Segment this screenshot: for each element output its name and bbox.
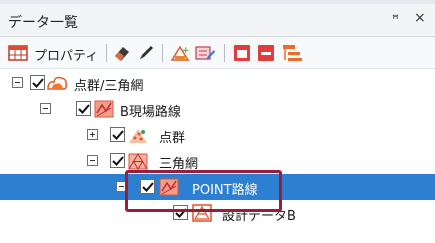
tree-row-point-cloud-mesh[interactable]: 点群/三角網 bbox=[0, 70, 435, 96]
panel-title: データ一覧 bbox=[8, 15, 78, 31]
triangle-mesh-icon bbox=[128, 153, 148, 170]
panel-header: データ一覧 ꟸ × bbox=[0, 4, 435, 37]
properties-label: プロパティ bbox=[34, 49, 99, 64]
properties-button[interactable]: プロパティ bbox=[6, 43, 116, 64]
tree-row-b-site-route[interactable]: B現場路線 bbox=[0, 96, 435, 122]
tree-row-point-cloud[interactable]: 点群 bbox=[0, 122, 435, 148]
checkmark-icon bbox=[78, 104, 90, 114]
eraser-icon[interactable] bbox=[112, 43, 132, 63]
collapse-toggle[interactable] bbox=[40, 103, 51, 114]
tree-item-label: 点群/三角網 bbox=[74, 79, 144, 94]
toolbar-separator bbox=[106, 44, 107, 62]
visibility-checkbox[interactable] bbox=[110, 127, 125, 142]
pen-icon[interactable] bbox=[136, 43, 156, 63]
collapse-toggle[interactable] bbox=[87, 155, 98, 166]
grid-table-icon bbox=[8, 45, 28, 61]
checkmark-icon bbox=[112, 130, 124, 140]
cloud-point-icon bbox=[47, 76, 67, 90]
hierarchy-icon[interactable] bbox=[282, 43, 304, 63]
toolbar: プロパティ + bbox=[0, 37, 435, 69]
checkmark-icon bbox=[32, 78, 44, 88]
point-add-icon[interactable]: + bbox=[170, 43, 190, 63]
close-icon[interactable]: × bbox=[414, 10, 426, 26]
road-icon bbox=[94, 100, 114, 118]
svg-text:+: + bbox=[182, 46, 190, 56]
expand-toggle[interactable] bbox=[87, 129, 98, 140]
selection-highlight-frame bbox=[125, 170, 282, 212]
window-icon[interactable] bbox=[232, 43, 252, 63]
tree-item-label: 点群 bbox=[159, 131, 186, 146]
visibility-checkbox[interactable] bbox=[76, 101, 91, 116]
checkmark-icon bbox=[112, 156, 124, 166]
point-edit-icon[interactable] bbox=[194, 43, 216, 63]
data-tree: 点群/三角網 B現場路線 点群 三角網 POINT路線 設計データB bbox=[0, 70, 435, 243]
point-cloud-icon bbox=[129, 129, 147, 143]
toolbar-separator bbox=[224, 44, 225, 62]
toolbar-separator bbox=[162, 44, 163, 62]
visibility-checkbox[interactable] bbox=[30, 75, 45, 90]
tree-item-label: B現場路線 bbox=[120, 105, 181, 120]
visibility-checkbox[interactable] bbox=[110, 153, 125, 168]
collapse-toggle[interactable] bbox=[12, 77, 23, 88]
pin-icon[interactable]: ꟸ bbox=[392, 12, 399, 26]
window-minimize-icon[interactable] bbox=[256, 43, 276, 63]
